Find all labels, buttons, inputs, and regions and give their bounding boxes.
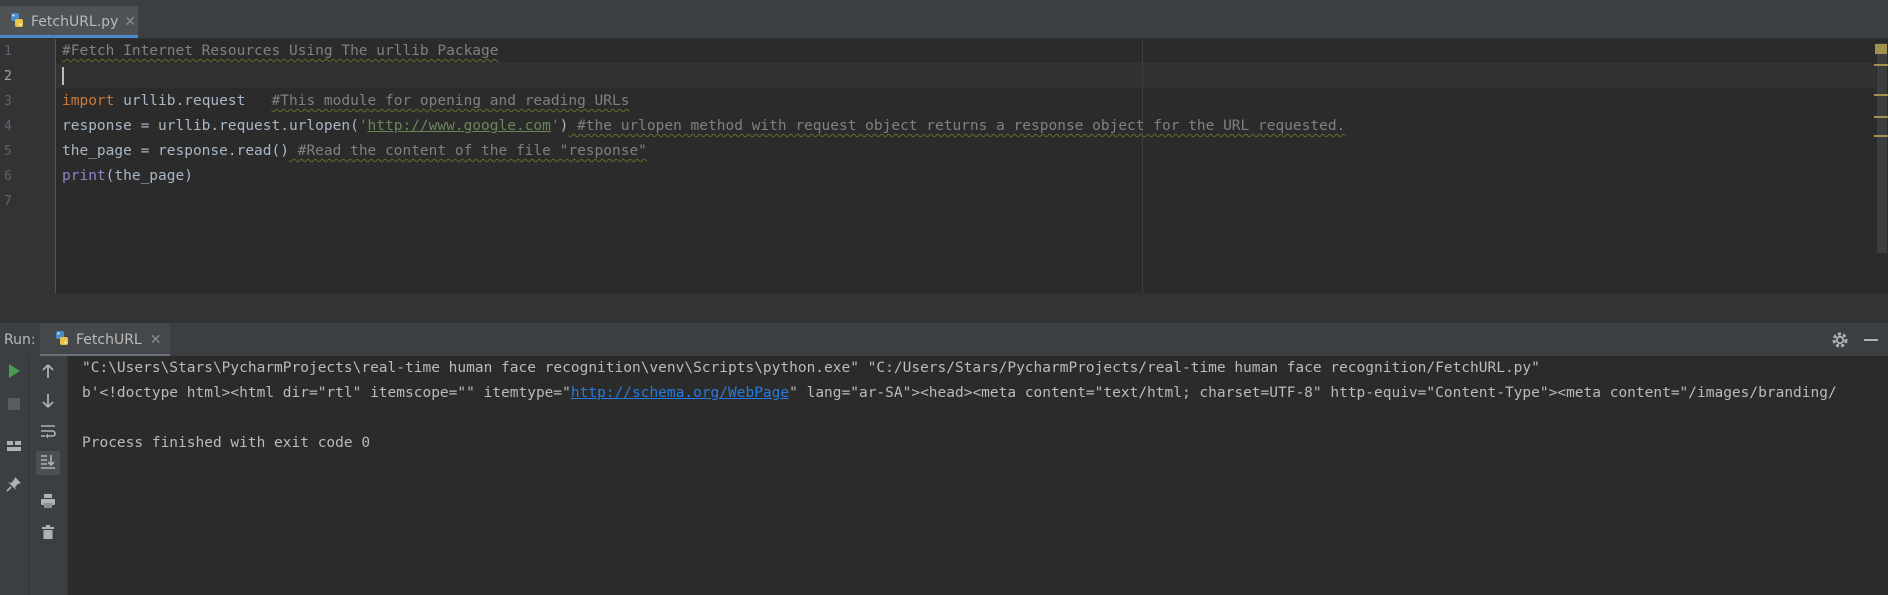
code-builtin: print [62,168,106,184]
code-comment: #Fetch Internet Resources Using The urll… [62,43,499,59]
code-url-link[interactable]: http://www.google.com [368,118,551,134]
code-line-6: print(the_page) [62,164,193,189]
current-line-highlight [56,63,1888,88]
warning-marker[interactable] [1874,135,1888,137]
right-margin-guide [1142,39,1143,293]
arrow-down-icon [41,393,55,413]
run-label: Run: [4,332,36,348]
run-toolbar-primary [0,356,29,595]
soft-wrap-button[interactable] [36,421,60,445]
line-number: 2 [4,69,12,84]
gear-icon[interactable] [1830,330,1850,350]
code-text: (the_page) [105,168,193,184]
code-comment: #the urlopen method with request object … [568,118,1346,134]
restore-layout-button[interactable] [2,435,26,459]
code-string: 'http://www.google.com' [359,118,560,134]
console-text: b'<!doctype html><html dir="rtl" itemsco… [82,385,571,401]
print-icon [40,493,56,513]
line-number: 5 [4,144,12,159]
arrow-up-icon [41,363,55,383]
python-file-icon [54,330,70,350]
rerun-button[interactable] [2,361,26,385]
minimize-icon[interactable] [1862,331,1880,349]
run-tab-fetchurl[interactable]: FetchURL ✕ [40,323,170,357]
pin-tab-button[interactable] [2,474,26,498]
code-comment: #This module for opening and reading URL… [271,93,630,109]
code-text: urllib.request [114,93,272,109]
console-line-exit: Process finished with exit code 0 [82,435,371,451]
previous-occurrence-button[interactable] [36,361,60,385]
stop-button[interactable] [2,393,26,417]
run-toolbar-secondary [29,356,68,595]
line-number: 4 [4,119,12,134]
print-button[interactable] [36,491,60,515]
trash-icon [41,524,55,544]
pin-icon [6,476,22,496]
line-number-gutter: 1 2 3 4 5 6 7 [0,39,56,293]
code-text: the_page = response.read() [62,143,289,159]
quote: ' [550,118,560,134]
line-number: 1 [4,44,12,59]
layout-icon [6,438,22,457]
next-occurrence-button[interactable] [36,391,60,415]
console-line-command: "C:\Users\Stars\PycharmProjects\real-tim… [82,360,1540,376]
run-tool-window: "C:\Users\Stars\PycharmProjects\real-tim… [0,356,1888,595]
editor-bottom-area [0,293,1888,322]
warning-marker[interactable] [1874,94,1888,96]
text-caret [62,67,64,85]
editor-scrollbar[interactable] [1876,39,1888,293]
editor-tab-label: FetchURL.py [31,14,119,30]
run-tab-label: FetchURL [76,332,142,348]
warning-marker[interactable] [1874,64,1888,66]
scrollbar-thumb[interactable] [1877,43,1887,253]
console-line-output: b'<!doctype html><html dir="rtl" itemsco… [82,381,1837,406]
code-comment: #Read the content of the file "response" [288,143,647,159]
scroll-to-end-button[interactable] [36,451,60,475]
code-line-5: the_page = response.read() #Read the con… [62,139,647,164]
warning-marker[interactable] [1874,116,1888,118]
console-output[interactable]: "C:\Users\Stars\PycharmProjects\real-tim… [82,356,1888,595]
stop-icon [7,396,21,415]
editor-tab-fetchurl[interactable]: FetchURL.py ✕ [0,6,138,38]
scroll-to-end-icon [40,453,56,473]
python-file-icon [9,12,25,32]
code-keyword: import [62,93,115,109]
quote: ' [358,118,368,134]
console-text: " lang="ar-SA"><head><meta content="text… [789,385,1837,401]
code-editor[interactable]: 1 2 3 4 5 6 7 #Fetch Internet Resources … [0,39,1888,293]
line-number: 7 [4,194,12,209]
line-number: 6 [4,169,12,184]
close-icon[interactable]: ✕ [124,14,136,30]
soft-wrap-icon [40,423,56,443]
code-line-1: #Fetch Internet Resources Using The urll… [62,39,499,64]
run-tool-window-header: Run: FetchURL ✕ [0,322,1888,357]
editor-tab-bar: FetchURL.py ✕ [0,0,1888,39]
close-icon[interactable]: ✕ [150,332,162,348]
inspection-status-icon[interactable] [1875,44,1887,54]
code-text: response = urllib.request.urlopen( [62,118,359,134]
line-number: 3 [4,94,12,109]
console-url-link[interactable]: http://schema.org/WebPage [571,385,789,401]
code-line-3: import urllib.request #This module for o… [62,89,629,114]
code-line-4: response = urllib.request.urlopen('http:… [62,114,1345,139]
clear-all-button[interactable] [36,522,60,546]
play-icon [7,363,21,383]
